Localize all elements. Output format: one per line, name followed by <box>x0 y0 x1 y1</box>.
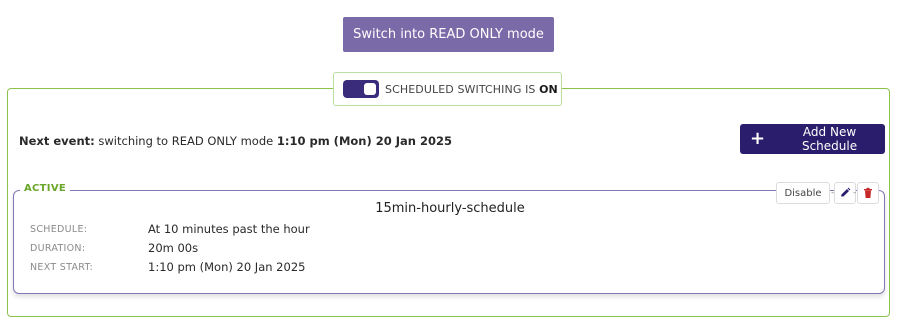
disable-button[interactable]: Disable <box>776 182 830 204</box>
status-badge: ACTIVE <box>20 183 70 194</box>
next-event-time: 1:10 pm (Mon) 20 Jan 2025 <box>276 134 452 148</box>
trash-icon <box>864 187 872 198</box>
scheduled-switching-label-prefix: SCHEDULED SWITCHING IS <box>385 82 540 96</box>
separator-dash: - <box>853 188 857 198</box>
schedule-value: At 10 minutes past the hour <box>148 222 310 236</box>
toggle-knob <box>364 83 376 95</box>
add-new-schedule-label: Add New Schedule <box>801 125 858 153</box>
schedule-label: SCHEDULE: <box>30 224 88 235</box>
pencil-icon <box>841 187 851 197</box>
scheduled-switching-label: SCHEDULED SWITCHING IS ON <box>385 83 558 96</box>
scheduled-switching-toggle-group: SCHEDULED SWITCHING IS ON <box>333 72 562 106</box>
next-event-text: switching to READ ONLY mode <box>94 134 277 148</box>
plus-icon: + <box>750 128 766 149</box>
scheduled-switching-state: ON <box>539 82 558 96</box>
next-start-value: 1:10 pm (Mon) 20 Jan 2025 <box>148 260 306 274</box>
switch-readonly-button[interactable]: Switch into READ ONLY mode <box>343 17 554 52</box>
schedule-name: 15min-hourly-schedule <box>375 201 525 216</box>
next-event-prefix: Next event: <box>19 134 95 148</box>
schedule-page: Switch into READ ONLY mode SCHEDULED SWI… <box>0 0 900 326</box>
delete-button[interactable] <box>857 182 879 204</box>
scheduled-switching-toggle[interactable] <box>343 80 379 98</box>
next-start-label: NEXT START: <box>30 262 94 273</box>
add-new-schedule-button[interactable]: + Add New Schedule <box>740 124 885 154</box>
duration-value: 20m 00s <box>148 241 199 255</box>
next-event-line: Next event: switching to READ ONLY mode … <box>19 134 452 148</box>
duration-label: DURATION: <box>30 243 86 254</box>
